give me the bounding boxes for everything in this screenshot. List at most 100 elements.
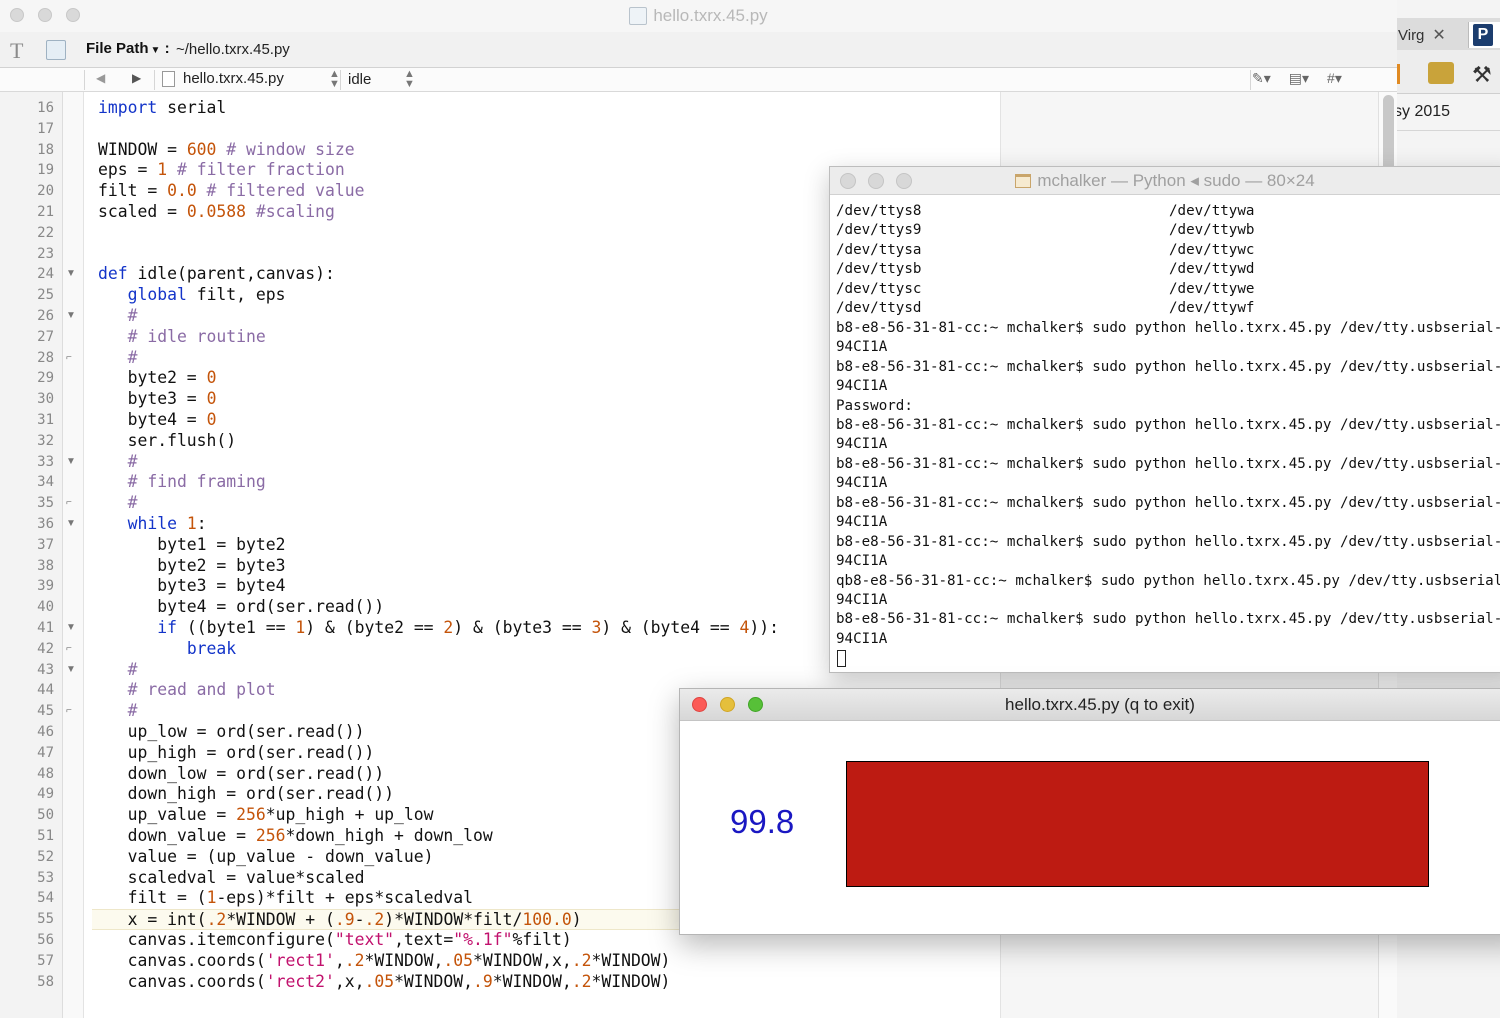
line-number: 36 <box>37 516 54 532</box>
code-line[interactable]: break <box>98 639 236 660</box>
token: scaledval = value*scaled <box>98 867 365 887</box>
code-line[interactable]: byte2 = 0 <box>98 368 217 389</box>
terminal-line: 94CI1A <box>836 378 888 395</box>
browser-tab[interactable]: Virg ✕ <box>1398 22 1446 48</box>
code-line[interactable]: filt = 0.0 # filtered value <box>98 181 364 202</box>
file-path-value: ~/hello.txrx.45.py <box>176 41 290 58</box>
token: *WINDOW,x, <box>473 950 572 970</box>
code-line[interactable]: def idle(parent,canvas): <box>98 264 335 285</box>
token: ) <box>571 910 582 930</box>
fold-end-icon[interactable]: ⌐ <box>66 701 72 722</box>
token: *WINDOW) <box>591 971 671 991</box>
page-icon[interactable]: ▤▾ <box>1289 70 1309 87</box>
code-line[interactable]: up_value = 256*up_high + up_low <box>98 805 434 826</box>
code-line[interactable]: eps = 1 # filter fraction <box>98 160 345 181</box>
terminal-line: /dev/ttysc <box>836 280 922 297</box>
fold-gutter[interactable] <box>62 92 84 1018</box>
scrollbar-thumb[interactable] <box>1383 95 1394 175</box>
bookmark-item[interactable]: sy 2015 <box>1394 103 1450 121</box>
line-number: 22 <box>37 224 54 241</box>
token-num: .05 <box>364 971 395 991</box>
code-line[interactable]: global filt, eps <box>98 285 286 306</box>
line-number: 19 <box>37 162 54 179</box>
browser-tab-bar: Virg ✕ P <box>1380 18 1500 50</box>
fold-triangle-icon[interactable]: ▼ <box>66 618 76 639</box>
terminal-line: /dev/ttys9 <box>836 222 922 239</box>
code-line[interactable]: # find framing <box>98 472 266 493</box>
code-line[interactable]: WINDOW = 600 # window size <box>98 140 355 161</box>
code-line[interactable]: while 1: <box>98 514 207 535</box>
fold-triangle-icon[interactable]: ▼ <box>66 452 76 473</box>
code-line[interactable]: ser.flush() <box>98 430 237 452</box>
code-line[interactable]: # <box>98 306 138 327</box>
line-number: 27 <box>37 328 54 345</box>
fold-triangle-icon[interactable]: ▼ <box>66 306 76 327</box>
code-line[interactable]: scaledval = value*scaled <box>98 867 365 889</box>
code-line[interactable]: # <box>98 348 138 369</box>
token-num: .2 <box>571 971 592 991</box>
code-line[interactable]: down_value = 256*down_high + down_low <box>98 826 493 847</box>
code-line[interactable]: # <box>98 452 138 473</box>
fold-end-icon[interactable]: ⌐ <box>66 348 72 369</box>
code-line[interactable]: filt = (1-eps)*filt + eps*scaledval <box>98 888 473 909</box>
code-line[interactable]: canvas.coords('rect2',x,.05*WINDOW,.9*WI… <box>98 971 671 993</box>
line-number: 24 <box>37 266 54 283</box>
code-line[interactable]: scaled = 0.0588 #scaling <box>98 202 335 223</box>
hash-menu[interactable]: #▾ <box>1327 70 1342 87</box>
divider <box>84 70 85 90</box>
code-line[interactable]: byte3 = byte4 <box>98 576 285 597</box>
file-path-menu[interactable]: File Path ▼ : <box>86 40 170 57</box>
code-line[interactable]: byte3 = 0 <box>98 389 217 410</box>
code-line[interactable]: byte2 = byte3 <box>98 556 285 577</box>
package-icon[interactable] <box>1428 62 1454 84</box>
token: canvas.coords( <box>98 950 266 970</box>
code-line[interactable]: byte4 = ord(ser.read()) <box>98 597 384 618</box>
token: )*WINDOW*filt/ <box>384 910 523 930</box>
browser-tab-pinned[interactable]: P <box>1468 22 1500 48</box>
line-number: 45 <box>37 703 54 720</box>
code-line[interactable]: canvas.coords('rect1',.2*WINDOW,.05*WIND… <box>98 950 671 972</box>
code-line[interactable]: down_low = ord(ser.read()) <box>98 764 385 785</box>
token: ser.flush() <box>98 430 237 450</box>
line-number: 47 <box>37 744 54 761</box>
document-icon[interactable] <box>46 40 66 60</box>
tab-close-icon[interactable]: ✕ <box>1432 25 1445 45</box>
token: byte4 = ord(ser.read()) <box>98 597 385 617</box>
code-line[interactable]: # <box>98 701 138 722</box>
token: ,text= <box>394 930 454 949</box>
terminal-line: /dev/ttysa <box>836 241 922 258</box>
token-str: 'rect1' <box>265 950 335 970</box>
token-num: 1 <box>186 514 197 533</box>
value-bar <box>846 761 1429 887</box>
token: : <box>196 514 207 533</box>
code-line[interactable]: canvas.itemconfigure("text",text="%.1f"%… <box>98 930 572 951</box>
code-line[interactable]: up_low = ord(ser.read()) <box>98 722 365 743</box>
token: up_value = <box>98 805 237 825</box>
plot-window: hello.txrx.45.py (q to exit) 99.8 <box>679 688 1500 935</box>
code-line[interactable]: # <box>98 493 138 514</box>
code-line[interactable]: import serial <box>98 98 226 119</box>
code-line[interactable]: up_high = ord(ser.read()) <box>98 743 375 764</box>
code-line[interactable]: down_high = ord(ser.read()) <box>98 784 394 805</box>
text-tool-icon[interactable]: T <box>10 38 23 64</box>
code-line[interactable]: value = (up_value - down_value) <box>98 847 434 868</box>
code-line[interactable]: if ((byte1 == 1) & (byte2 == 2) & (byte3… <box>98 618 779 639</box>
pencil-icon[interactable]: ✎▾ <box>1252 70 1271 87</box>
line-number: 58 <box>37 973 54 990</box>
file-popup-menu[interactable]: hello.txrx.45.py <box>162 70 284 87</box>
code-line[interactable]: byte4 = 0 <box>98 410 217 431</box>
tools-icon[interactable]: ⚒ <box>1472 62 1492 88</box>
back-arrow-icon[interactable]: ◀ <box>96 71 105 85</box>
fold-end-icon[interactable]: ⌐ <box>66 639 72 660</box>
code-line[interactable]: # read and plot <box>98 680 276 701</box>
code-line[interactable]: byte1 = byte2 <box>98 535 285 556</box>
forward-arrow-icon[interactable]: ▶ <box>132 71 141 85</box>
fold-triangle-icon[interactable]: ▼ <box>66 514 76 535</box>
fold-end-icon[interactable]: ⌐ <box>66 493 72 514</box>
code-line[interactable]: # <box>98 660 138 681</box>
function-popup-menu[interactable]: idle <box>348 71 371 88</box>
fold-triangle-icon[interactable]: ▼ <box>66 264 76 285</box>
fold-triangle-icon[interactable]: ▼ <box>66 660 76 681</box>
code-line[interactable]: # idle routine <box>98 327 266 348</box>
